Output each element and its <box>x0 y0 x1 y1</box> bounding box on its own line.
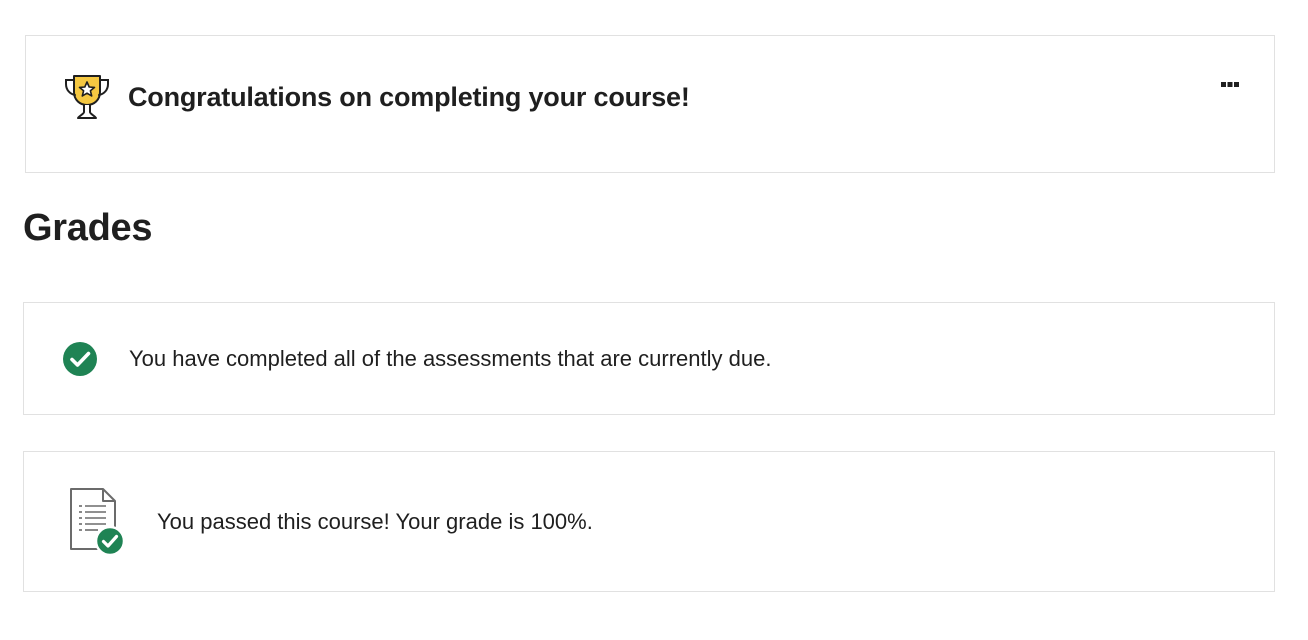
congrats-title: Congratulations on completing your cours… <box>128 82 690 112</box>
more-options-icon <box>1221 82 1239 87</box>
assessments-status-card: You have completed all of the assessment… <box>23 302 1275 415</box>
check-circle-icon <box>63 342 97 376</box>
passed-status-card: You passed this course! Your grade is 10… <box>23 451 1275 592</box>
passed-status-text: You passed this course! Your grade is 10… <box>157 509 593 534</box>
document-check-icon <box>70 488 126 556</box>
page: Congratulations on completing your cours… <box>0 0 1308 640</box>
more-options-button[interactable] <box>1216 74 1244 96</box>
trophy-icon <box>65 75 109 119</box>
assessments-status-text: You have completed all of the assessment… <box>129 346 772 371</box>
grades-heading: Grades <box>23 207 153 249</box>
congrats-card: Congratulations on completing your cours… <box>25 35 1275 173</box>
